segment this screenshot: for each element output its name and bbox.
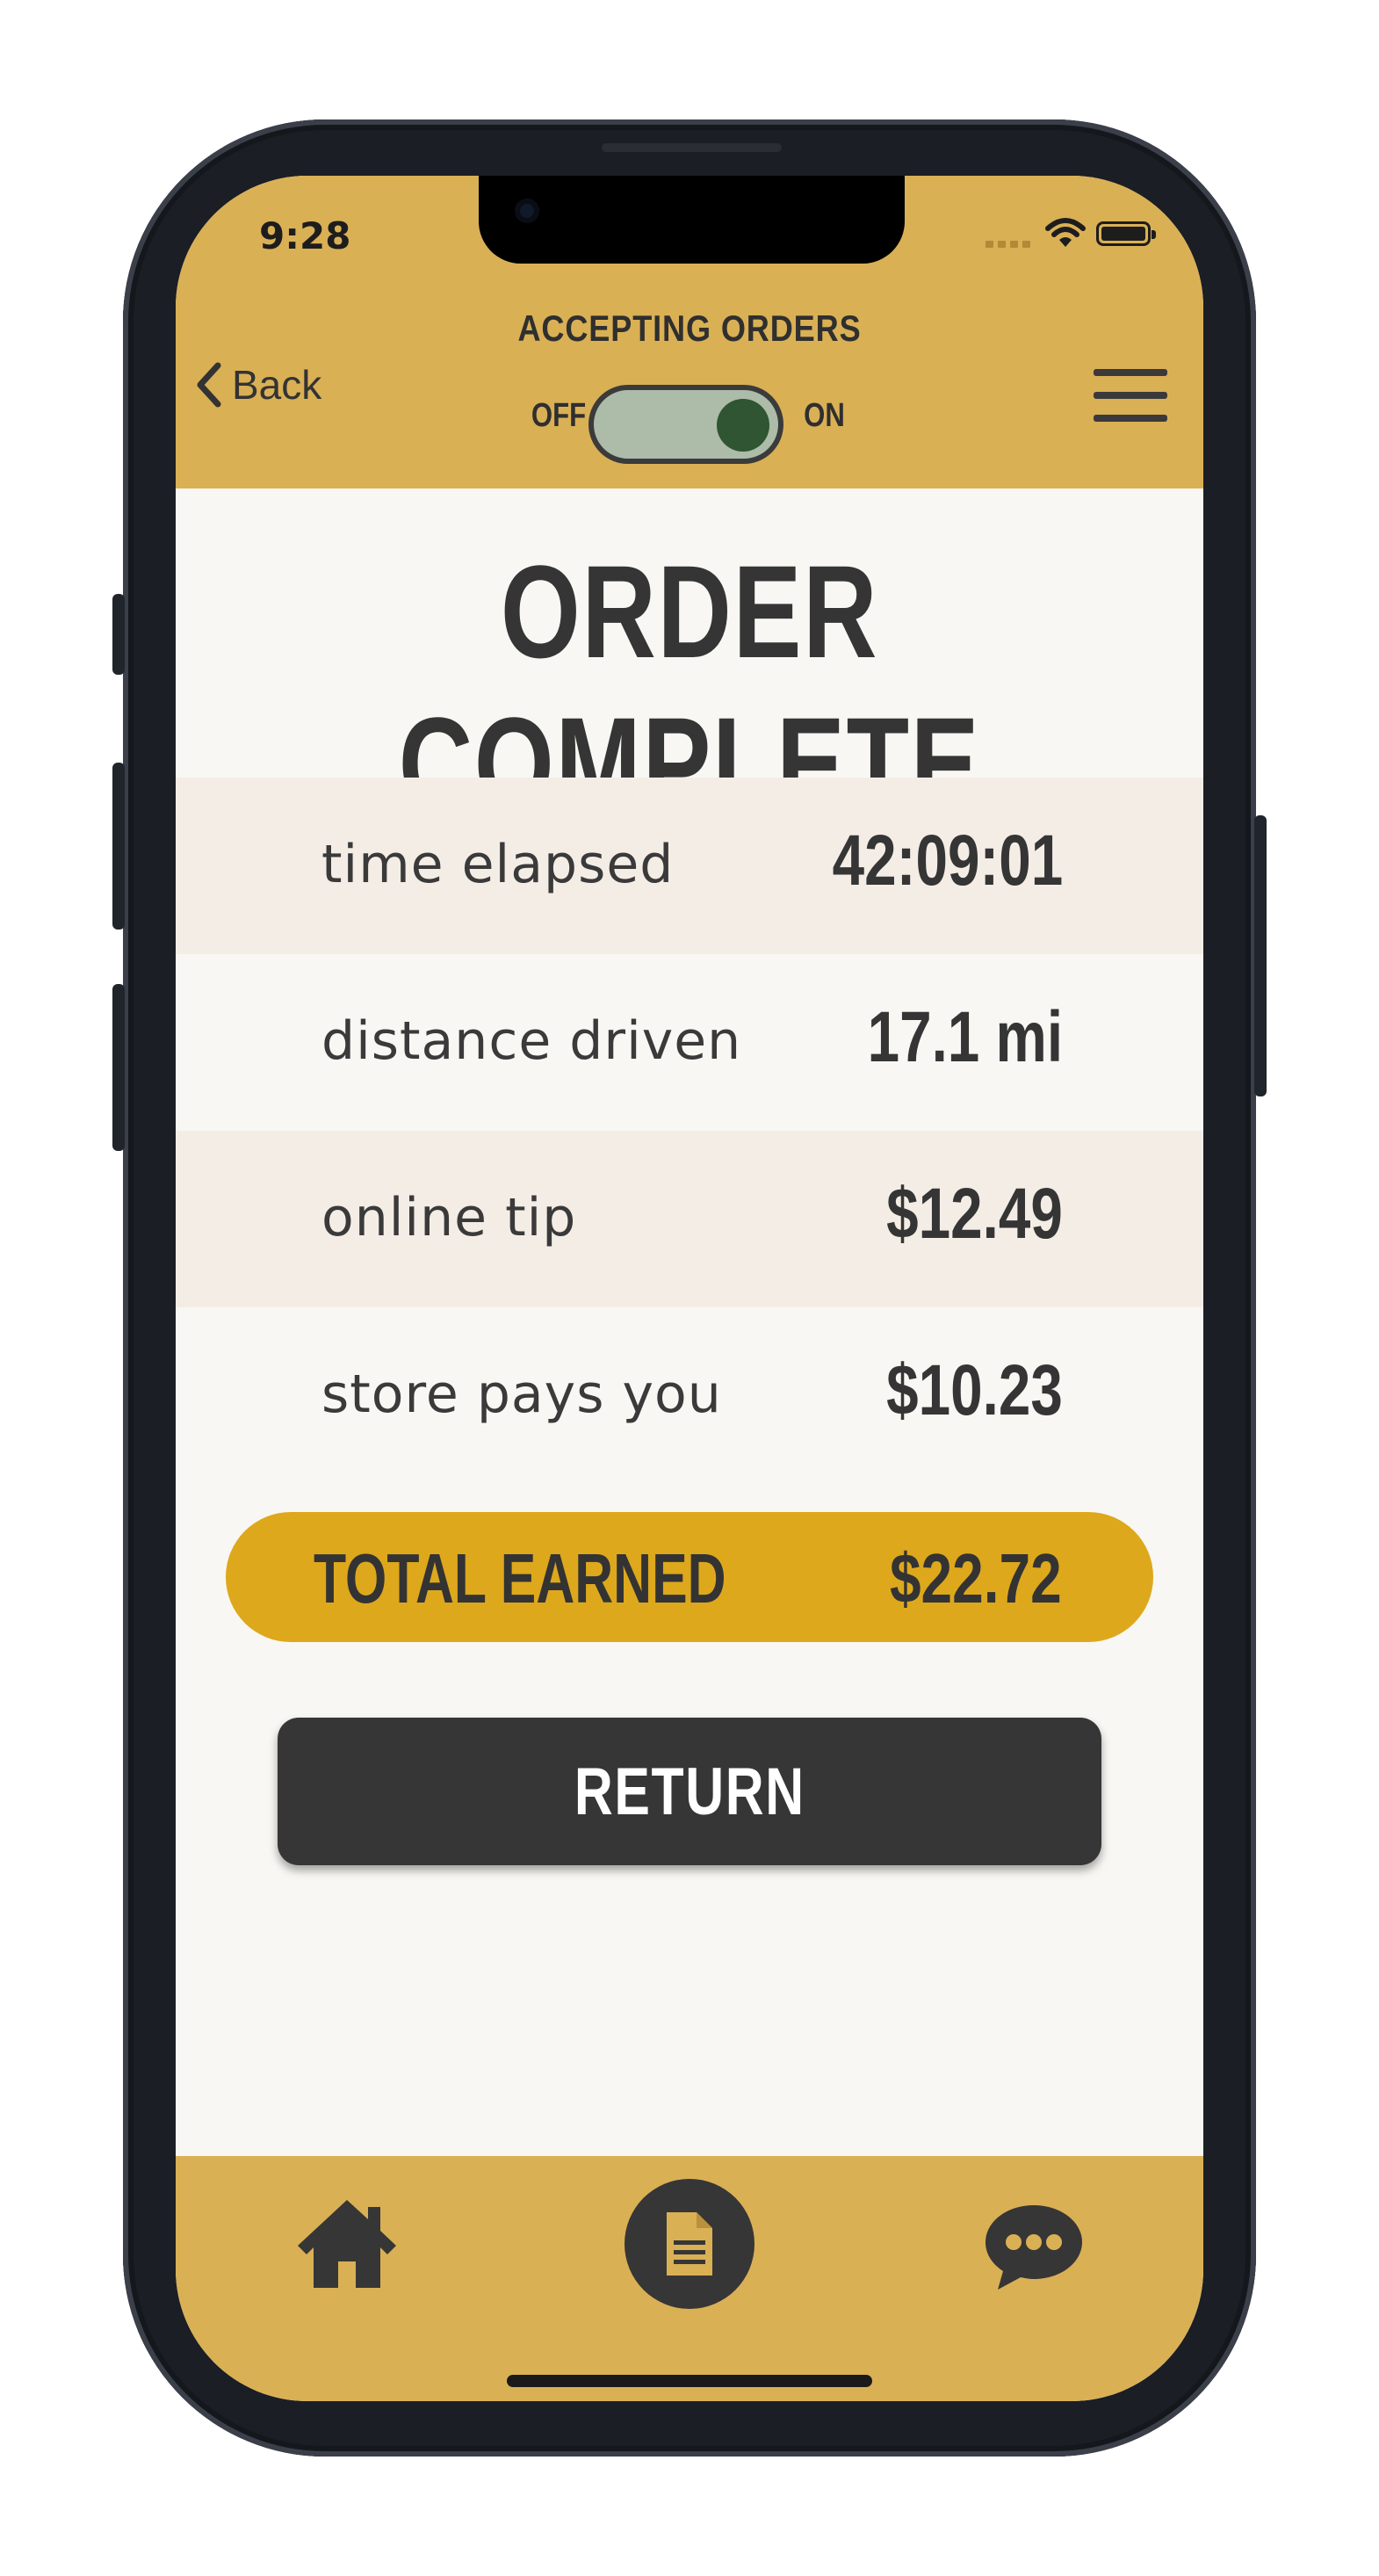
accepting-orders-control: OFF ON [525, 378, 868, 464]
total-earned-label: TOTAL EARNED [314, 1539, 726, 1617]
power-button [1254, 815, 1267, 1096]
return-label: RETURN [574, 1754, 805, 1829]
accepting-orders-label: ACCEPTING ORDERS [517, 308, 862, 349]
total-earned-value: $22.72 [890, 1539, 1062, 1617]
total-earned-banner: TOTAL EARNED $22.72 [226, 1512, 1153, 1642]
stat-label: distance driven [321, 1010, 742, 1072]
toggle-off-label: OFF [531, 397, 587, 434]
volume-up-button [112, 763, 125, 930]
stat-value: $10.23 [886, 1350, 1063, 1430]
stat-label: store pays you [321, 1364, 722, 1425]
hamburger-menu-icon[interactable] [1094, 369, 1167, 422]
stat-row-store-pays-you: store pays you $10.23 [176, 1307, 1203, 1484]
home-icon[interactable] [294, 2195, 400, 2291]
toggle-knob [717, 399, 769, 452]
accepting-orders-toggle[interactable] [588, 385, 783, 464]
chevron-left-icon [197, 362, 221, 408]
mute-switch [112, 594, 125, 675]
wifi-icon [1045, 218, 1086, 247]
document-icon [667, 2212, 712, 2276]
back-label: Back [232, 362, 322, 408]
chat-icon[interactable] [982, 2202, 1086, 2293]
stat-row-online-tip: online tip $12.49 [176, 1131, 1203, 1307]
order-stats: time elapsed 42:09:01 distance driven 17… [176, 778, 1203, 1484]
top-bar: 9:28 Back ACCEPTING ORDERS OFF ON [176, 176, 1203, 488]
volume-down-button [112, 984, 125, 1151]
status-time: 9:28 [259, 214, 351, 257]
app-screen: 9:28 Back ACCEPTING ORDERS OFF ON ORDER … [176, 176, 1203, 2401]
front-camera [515, 199, 539, 223]
nav-orders-button[interactable] [625, 2179, 754, 2309]
stat-value: 42:09:01 [832, 821, 1063, 901]
stat-label: time elapsed [321, 834, 675, 895]
stat-value: $12.49 [886, 1174, 1063, 1254]
home-indicator[interactable] [507, 2375, 872, 2387]
speaker-grille [602, 143, 782, 152]
stat-label: online tip [321, 1187, 577, 1248]
bottom-nav [176, 2156, 1203, 2401]
stat-value: 17.1 mi [867, 997, 1063, 1077]
notch [479, 176, 905, 264]
back-button[interactable]: Back [193, 360, 321, 409]
stat-row-distance-driven: distance driven 17.1 mi [176, 954, 1203, 1131]
cellular-signal-icon [986, 241, 1030, 248]
return-button[interactable]: RETURN [278, 1718, 1101, 1865]
toggle-on-label: ON [804, 397, 845, 434]
stat-row-time-elapsed: time elapsed 42:09:01 [176, 778, 1203, 954]
battery-icon [1096, 221, 1156, 246]
